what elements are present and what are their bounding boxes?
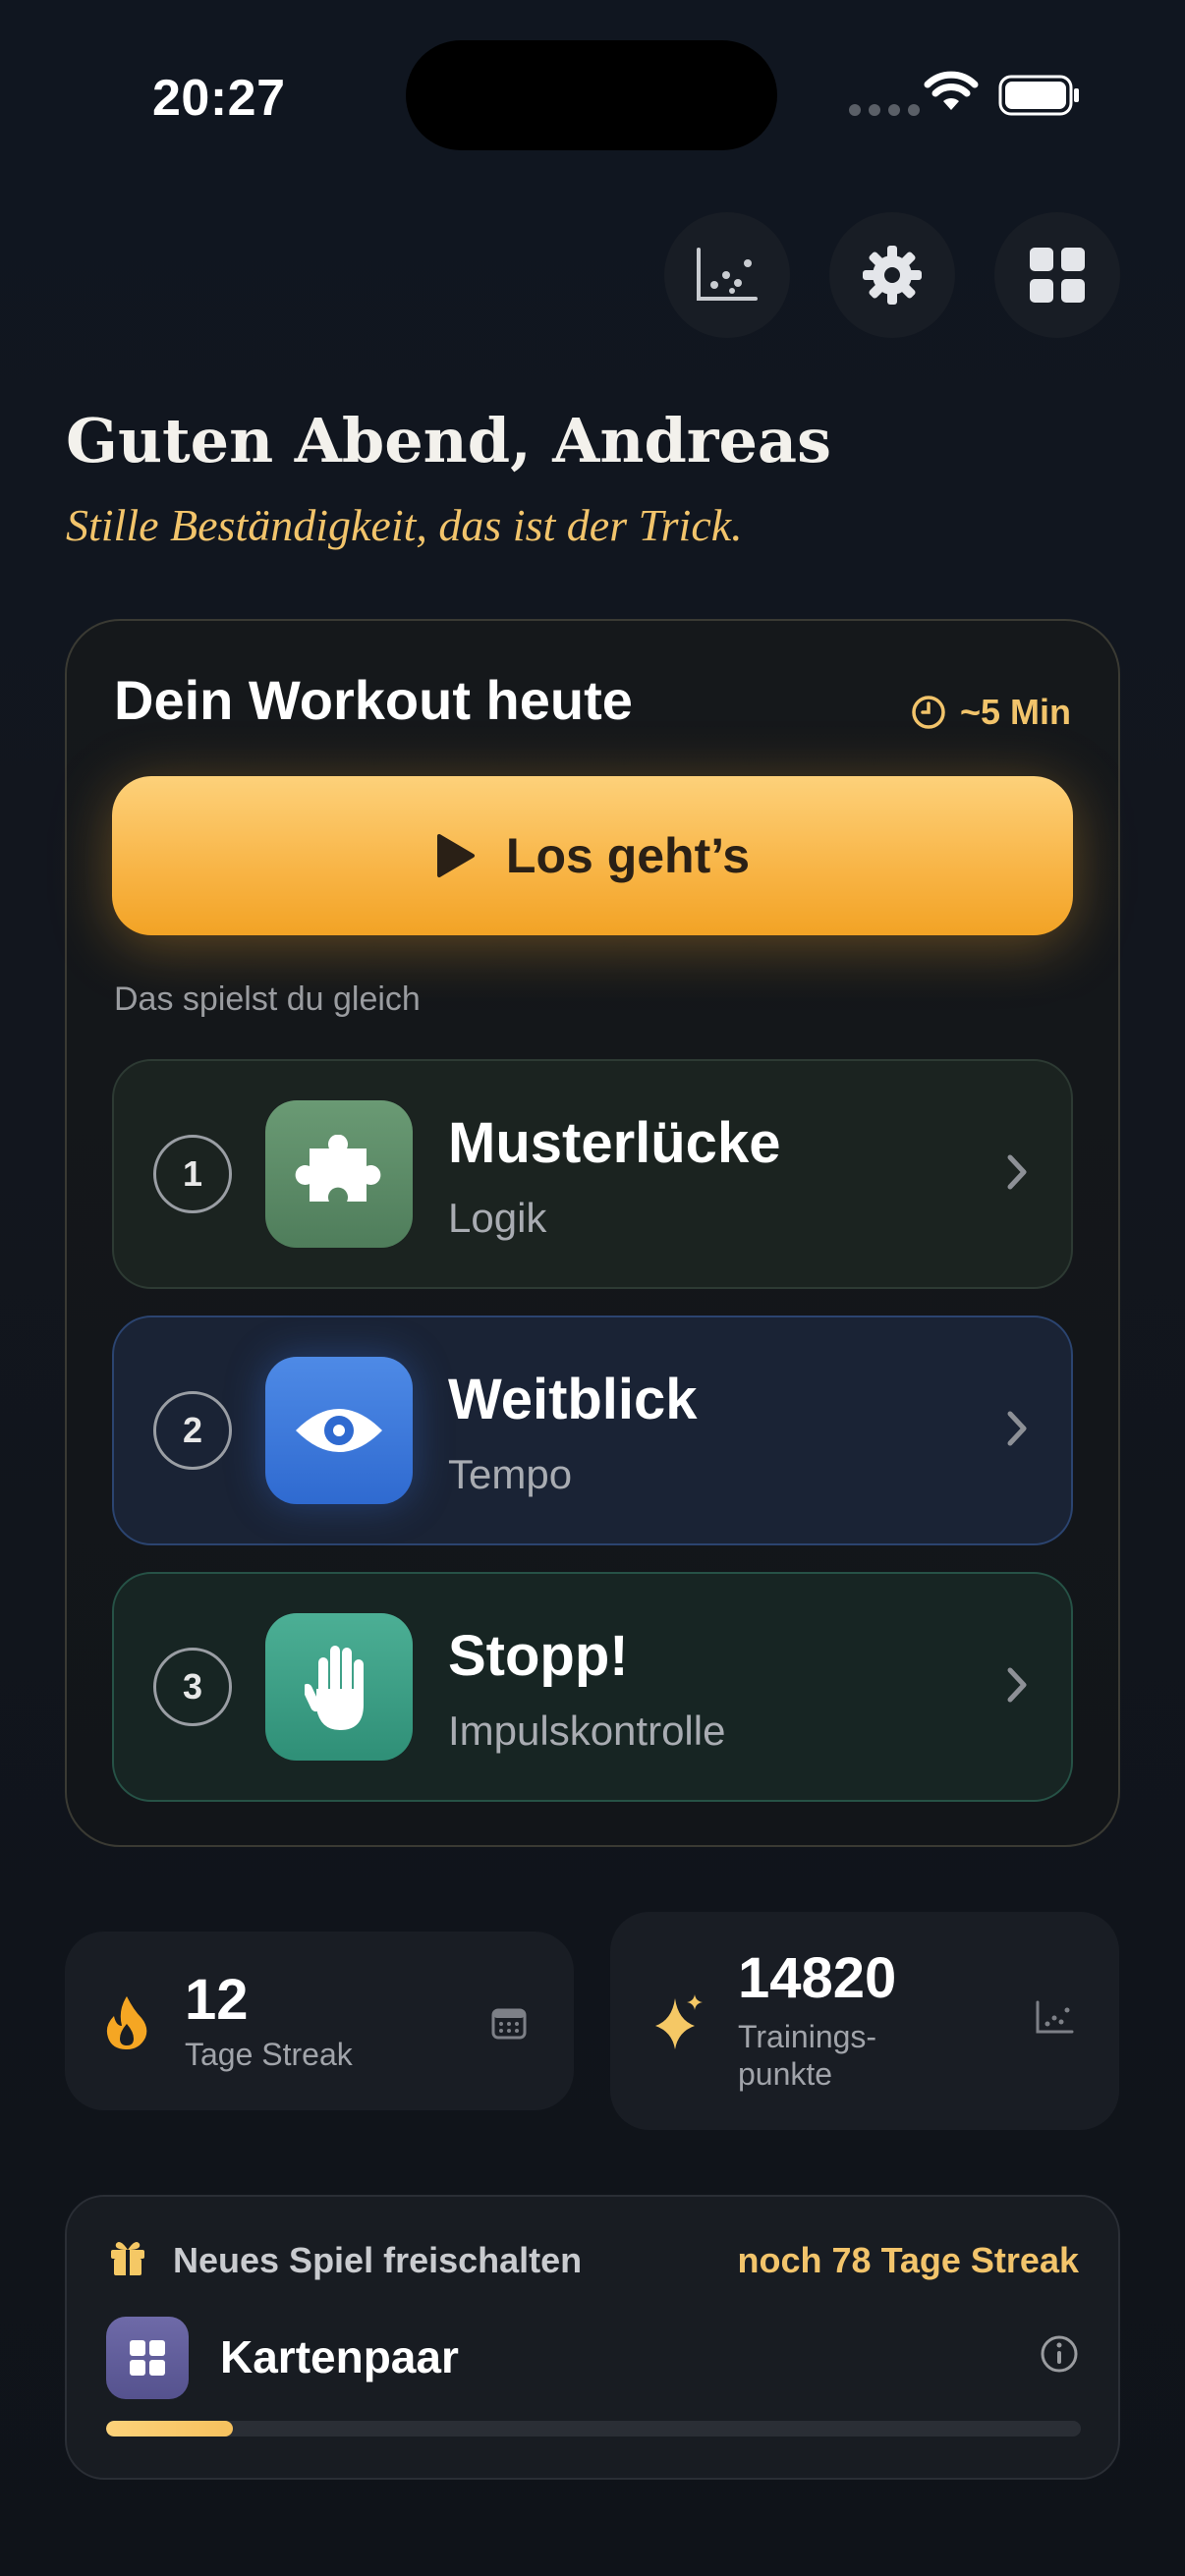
gift-icon	[111, 2242, 144, 2275]
info-icon[interactable]	[1040, 2334, 1079, 2374]
calendar-icon	[491, 2008, 527, 2040]
greeting-title: Guten Abend, Andreas	[66, 405, 831, 476]
points-value: 14820	[738, 1946, 897, 2010]
game-icon-tile	[265, 1357, 413, 1504]
points-label-line2: punkte	[738, 2056, 833, 2092]
games-grid-button[interactable]	[994, 212, 1120, 338]
game-name: Weitblick	[448, 1368, 698, 1431]
game-category: Impulskontrolle	[448, 1708, 726, 1754]
sparkle-icon	[655, 1994, 703, 2049]
streak-label: Tage Streak	[185, 2037, 353, 2072]
gear-icon	[863, 246, 922, 305]
points-label-line1: Trainings-	[738, 2019, 877, 2054]
wifi-icon	[924, 71, 979, 110]
chevron-right-icon	[1007, 1411, 1027, 1446]
game-icon-tile	[265, 1100, 413, 1248]
game-number: 1	[153, 1135, 232, 1213]
chart-icon	[697, 248, 758, 301]
chart-icon	[1036, 2000, 1074, 2034]
unlock-card[interactable]: Neues Spiel freischalten noch 78 Tage St…	[65, 2195, 1120, 2480]
unlock-game-icon-tile	[106, 2317, 189, 2399]
dynamic-island	[406, 40, 777, 150]
unlock-progress-fill	[106, 2421, 233, 2436]
clock-icon	[912, 696, 945, 729]
game-number: 3	[153, 1648, 232, 1726]
start-workout-label: Los geht’s	[505, 828, 751, 883]
game-icon-tile	[265, 1613, 413, 1761]
greeting-subtitle: Stille Beständigkeit, das ist der Trick.	[66, 500, 743, 550]
play-icon	[436, 834, 475, 877]
points-card[interactable]: 14820 Trainings- punkte	[610, 1912, 1119, 2130]
workout-duration: ~5 Min	[911, 692, 1071, 733]
game-row-musterluecke[interactable]: 1 Musterlücke Logik	[112, 1059, 1073, 1289]
flame-icon	[106, 1996, 147, 2049]
game-row-weitblick[interactable]: 2 Weitblick Tempo	[112, 1316, 1073, 1545]
games-section-label: Das spielst du gleich	[114, 980, 421, 1018]
game-category: Tempo	[448, 1451, 573, 1497]
puzzle-icon	[295, 1135, 381, 1202]
grid-icon	[1030, 248, 1085, 303]
cellular-signal-icon	[849, 104, 920, 116]
game-number: 2	[153, 1391, 232, 1470]
game-category: Logik	[448, 1195, 547, 1241]
status-time: 20:27	[152, 70, 286, 127]
unlock-progress-bar	[106, 2421, 1081, 2436]
game-name: Musterlücke	[448, 1111, 781, 1175]
streak-card[interactable]: 12 Tage Streak	[65, 1932, 574, 2110]
unlock-game-name: Kartenpaar	[220, 2331, 459, 2382]
game-row-stopp[interactable]: 3 Stopp! Impulskontrolle	[112, 1572, 1073, 1802]
start-workout-button[interactable]: Los geht’s	[112, 776, 1073, 935]
unlock-remaining: noch 78 Tage Streak	[737, 2240, 1079, 2280]
game-name: Stopp!	[448, 1624, 629, 1688]
workout-title: Dein Workout heute	[114, 669, 633, 731]
chevron-right-icon	[1007, 1154, 1027, 1190]
settings-button[interactable]	[829, 212, 955, 338]
unlock-title: Neues Spiel freischalten	[173, 2240, 583, 2280]
hand-icon	[305, 1646, 364, 1730]
streak-value: 12	[185, 1968, 249, 2032]
chevron-right-icon	[1007, 1667, 1027, 1703]
stats-button[interactable]	[664, 212, 790, 338]
battery-icon	[998, 75, 1079, 116]
eye-icon	[296, 1409, 382, 1452]
duration-label: ~5 Min	[959, 692, 1071, 732]
workout-card: Dein Workout heute ~5 Min Los geht’s Das…	[65, 619, 1120, 1847]
grid-icon	[130, 2340, 165, 2376]
